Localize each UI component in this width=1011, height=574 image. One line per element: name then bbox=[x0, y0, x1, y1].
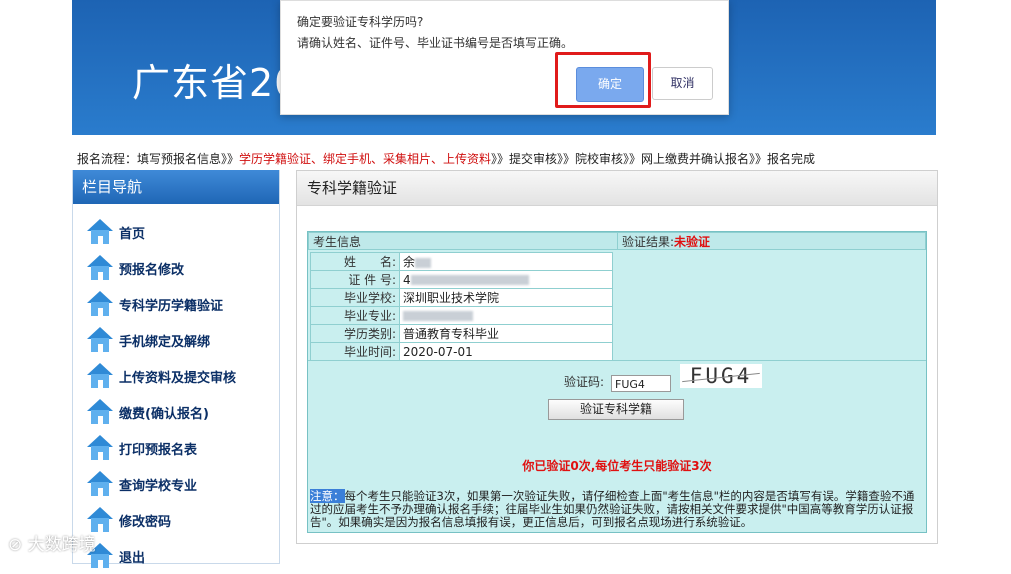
field-label: 毕业学校: bbox=[310, 288, 400, 307]
watermark-logo-icon: ⊘ bbox=[8, 535, 28, 555]
field-value: 2020-07-01 bbox=[399, 342, 613, 361]
sidebar-item-label: 上传资料及提交审核 bbox=[119, 370, 237, 386]
sidebar-item-education-verify[interactable]: 专科学历学籍验证 bbox=[87, 286, 279, 322]
redacted-mark bbox=[415, 257, 432, 268]
table-row: 姓 名: 余 bbox=[310, 252, 613, 271]
sidebar-item-home[interactable]: 首页 bbox=[87, 214, 279, 250]
flow-current-step: 学历学籍验证、绑定手机、采集相片、上传资料 bbox=[239, 152, 492, 166]
vcode-input[interactable]: FUG4 bbox=[611, 375, 671, 392]
sidebar-item-label: 预报名修改 bbox=[119, 262, 185, 278]
result-value: 未验证 bbox=[674, 235, 711, 249]
sidebar-item-label: 修改密码 bbox=[119, 514, 172, 530]
dialog-submessage: 请确认姓名、证件号、毕业证书编号是否填写正确。 bbox=[297, 36, 574, 50]
home-icon bbox=[87, 291, 113, 317]
confirm-dialog: 确定要验证专科学历吗? 请确认姓名、证件号、毕业证书编号是否填写正确。 确定 取… bbox=[280, 0, 729, 115]
sidebar-item-query-majors[interactable]: 查询学校专业 bbox=[87, 466, 279, 502]
attempt-count-message: 你已验证0次,每位考生只能验证3次 bbox=[522, 459, 712, 473]
verification-panel: 专科学籍验证 考生信息 验证结果:未验证 姓 名: 余 证 件 号: 4 毕业学校:… bbox=[296, 170, 938, 544]
verification-form: 考生信息 验证结果:未验证 姓 名: 余 证 件 号: 4 毕业学校: 深圳职业技术学… bbox=[307, 231, 927, 533]
sidebar-item-phone-binding[interactable]: 手机绑定及解绑 bbox=[87, 322, 279, 358]
vcode-label: 验证码: bbox=[564, 375, 605, 389]
sidebar-item-upload-submit[interactable]: 上传资料及提交审核 bbox=[87, 358, 279, 394]
redacted-mark bbox=[410, 275, 529, 285]
home-icon bbox=[87, 327, 113, 353]
sidebar-item-label: 手机绑定及解绑 bbox=[119, 334, 211, 350]
home-icon bbox=[87, 471, 113, 497]
field-label: 证 件 号: bbox=[310, 270, 400, 289]
sidebar-nav: 栏目导航 首页 预报名修改 专科学历学籍验证 手机绑定及解绑 上传资料及提交审核… bbox=[72, 170, 280, 568]
home-icon bbox=[87, 435, 113, 461]
table-row: 毕业学校: 深圳职业技术学院 bbox=[310, 288, 613, 307]
verification-result: 验证结果:未验证 bbox=[617, 232, 926, 250]
sidebar-item-label: 专科学历学籍验证 bbox=[119, 298, 224, 314]
sidebar-title: 栏目导航 bbox=[73, 170, 279, 204]
field-label: 毕业专业: bbox=[310, 306, 400, 325]
cancel-button[interactable]: 取消 bbox=[652, 67, 713, 100]
sidebar-item-print-form[interactable]: 打印预报名表 bbox=[87, 430, 279, 466]
flow-prefix: 报名流程：填写预报名信息》》 bbox=[77, 152, 240, 166]
sidebar-item-label: 查询学校专业 bbox=[119, 478, 198, 494]
captcha-image[interactable]: FUG4 bbox=[680, 364, 762, 388]
verify-education-button[interactable]: 验证专科学籍 bbox=[548, 399, 684, 420]
panel-title: 专科学籍验证 bbox=[297, 171, 937, 206]
sidebar-item-label: 缴费(确认报名) bbox=[119, 406, 209, 422]
flow-suffix: 》》提交审核》》院校审核》》网上缴费并确认报名》》报名完成 bbox=[491, 152, 816, 166]
field-value: 4 bbox=[399, 270, 613, 289]
redacted-mark bbox=[403, 311, 473, 321]
home-icon bbox=[87, 399, 113, 425]
field-label: 姓 名: bbox=[310, 252, 400, 271]
notice-body: 每个考生只能验证3次，如果第一次验证失败，请仔细检查上面"考生信息"栏的内容是否… bbox=[310, 489, 915, 529]
notice-text: 注意：每个考生只能验证3次，如果第一次验证失败，请仔细检查上面"考生信息"栏的内… bbox=[310, 489, 922, 529]
table-row: 毕业时间: 2020-07-01 bbox=[310, 342, 613, 361]
home-icon bbox=[87, 219, 113, 245]
field-value bbox=[399, 306, 613, 325]
dialog-message: 确定要验证专科学历吗? bbox=[297, 15, 424, 29]
field-value: 余 bbox=[399, 252, 613, 271]
field-label: 毕业时间: bbox=[310, 342, 400, 361]
field-label: 学历类别: bbox=[310, 324, 400, 343]
sidebar-item-label: 首页 bbox=[119, 226, 146, 242]
sidebar-item-label: 打印预报名表 bbox=[119, 442, 198, 458]
sidebar-item-payment[interactable]: 缴费(确认报名) bbox=[87, 394, 279, 430]
table-row: 证 件 号: 4 bbox=[310, 270, 613, 289]
verification-code-section: 验证码: FUG4 FUG4 验证专科学籍 你已验证0次,每位考生只能验证3次 bbox=[308, 360, 926, 473]
sidebar-list: 首页 预报名修改 专科学历学籍验证 手机绑定及解绑 上传资料及提交审核 缴费(确… bbox=[73, 204, 279, 574]
home-icon bbox=[87, 363, 113, 389]
home-icon bbox=[87, 255, 113, 281]
sidebar-item-modify-registration[interactable]: 预报名修改 bbox=[87, 250, 279, 286]
field-value: 普通教育专科毕业 bbox=[399, 324, 613, 343]
notice-label: 注意： bbox=[310, 489, 345, 503]
candidate-info-table: 姓 名: 余 证 件 号: 4 毕业学校: 深圳职业技术学院 毕业专业: 学历类别: 普… bbox=[310, 252, 613, 361]
registration-flow: 报名流程：填写预报名信息》》学历学籍验证、绑定手机、采集相片、上传资料》》提交审… bbox=[77, 150, 815, 167]
banner-title: 广东省20 bbox=[132, 61, 300, 105]
highlight-annotation bbox=[555, 52, 651, 108]
table-row: 学历类别: 普通教育专科毕业 bbox=[310, 324, 613, 343]
table-row: 毕业专业: bbox=[310, 306, 613, 325]
sidebar-item-change-password[interactable]: 修改密码 bbox=[87, 502, 279, 538]
field-value: 深圳职业技术学院 bbox=[399, 288, 613, 307]
watermark: ⊘ 大数跨境 bbox=[8, 535, 96, 555]
candidate-info-header: 考生信息 bbox=[308, 232, 618, 250]
result-label: 验证结果: bbox=[622, 235, 675, 249]
sidebar-item-logout[interactable]: 退出 bbox=[87, 538, 279, 574]
